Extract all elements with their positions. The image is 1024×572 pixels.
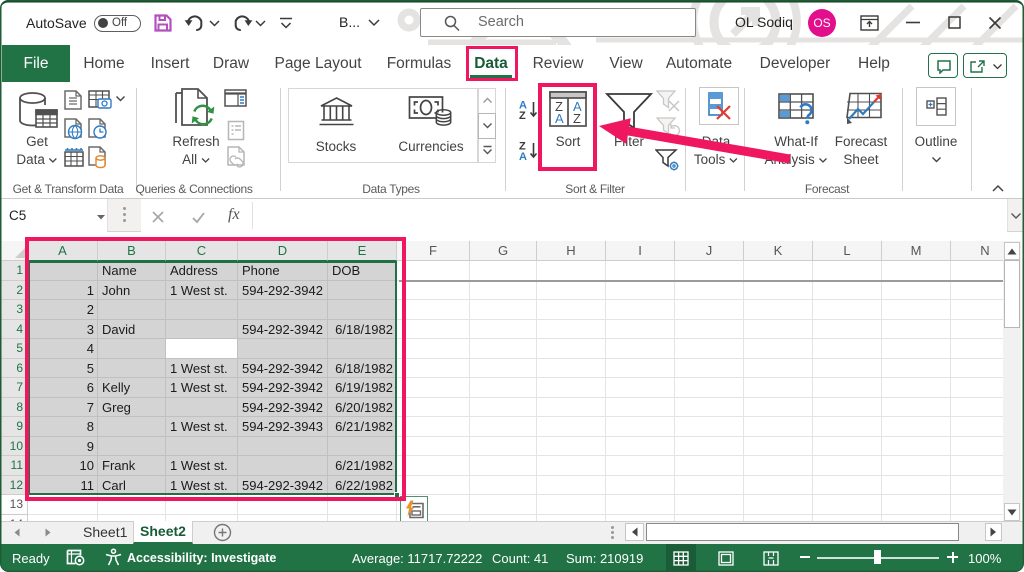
svg-text:A: A [519,151,527,161]
svg-text:Z: Z [519,110,526,120]
